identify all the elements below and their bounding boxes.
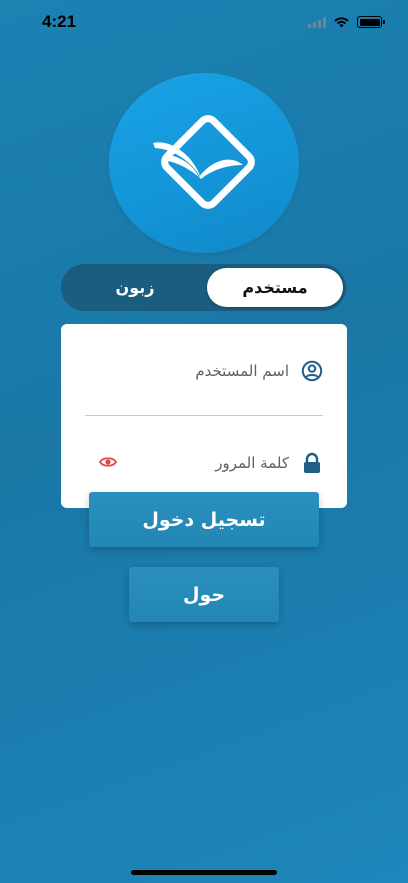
wifi-icon (334, 17, 349, 28)
battery-icon (357, 16, 385, 28)
toggle-user[interactable]: مستخدم (207, 268, 343, 307)
toggle-customer[interactable]: زبون (67, 268, 203, 307)
app-logo (109, 73, 299, 253)
home-indicator[interactable] (131, 870, 277, 875)
status-bar: 4:21 (0, 0, 408, 44)
user-icon (301, 360, 323, 382)
password-input[interactable] (99, 454, 289, 472)
login-button[interactable]: تسجيل دخول (89, 492, 319, 547)
password-field (85, 443, 323, 483)
username-field (85, 351, 323, 391)
signal-icon (308, 16, 326, 28)
user-type-toggle: زبون مستخدم (61, 264, 346, 311)
lock-icon (301, 452, 323, 474)
eye-icon[interactable] (98, 453, 118, 471)
field-divider (85, 415, 323, 416)
status-time: 4:21 (42, 12, 77, 31)
username-input[interactable] (99, 362, 289, 380)
about-button[interactable]: حول (129, 567, 279, 622)
login-card (61, 324, 347, 508)
status-icons (308, 16, 385, 28)
logo-mark-icon (153, 115, 255, 209)
